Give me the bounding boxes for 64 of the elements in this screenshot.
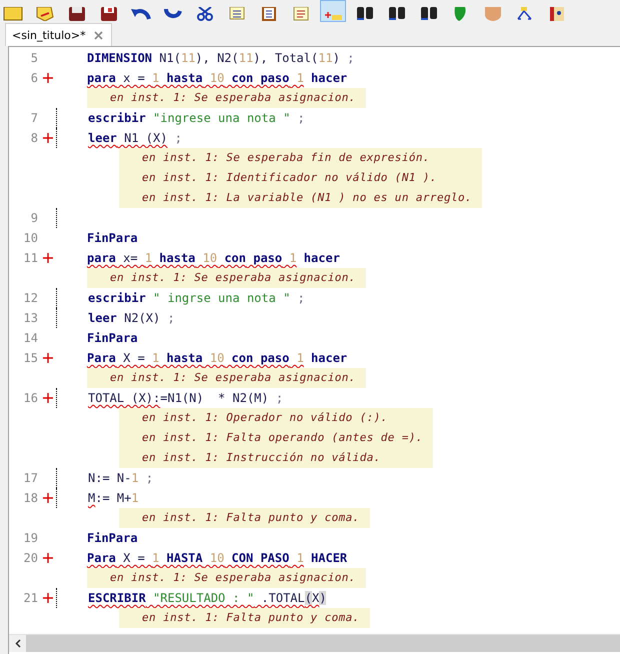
indent-guide xyxy=(56,388,58,408)
code-line: DIMENSION N1(11), N2(11), Total(11) ; xyxy=(87,50,354,67)
error-message: en inst. 1: La variable (N1 ) no es un arreglo. xyxy=(142,190,472,206)
line-number: 17 xyxy=(22,471,38,485)
binoculars-icon xyxy=(355,7,375,21)
line-number: 10 xyxy=(22,231,38,245)
code-line: TOTAL (X):=N1(N) * N2(M) ; xyxy=(88,390,284,407)
code-line: leer N2(X) ; xyxy=(88,310,175,327)
line-number: 6 xyxy=(30,71,38,85)
code-line: N:= N-1 ; xyxy=(88,470,154,487)
line-number: 5 xyxy=(30,51,38,65)
line-number: 8 xyxy=(30,131,38,145)
error-message: en inst. 1: Operador no válido (:). xyxy=(142,410,389,426)
error-message: en inst. 1: Identificador no válido (N1 ). xyxy=(142,170,438,186)
undo-arrow-icon xyxy=(131,7,151,21)
code-line: leer N1 (X) ; xyxy=(88,130,182,147)
binoculars-icon xyxy=(387,7,407,21)
scroll-left-button[interactable] xyxy=(9,635,26,652)
error-message: en inst. 1: Falta punto y coma. xyxy=(142,610,360,626)
close-icon[interactable] xyxy=(94,30,103,40)
line-number: 13 xyxy=(22,311,38,325)
line-number: 7 xyxy=(30,111,38,125)
scissors-icon xyxy=(195,7,215,21)
line-number: 18 xyxy=(22,491,38,505)
help-book-icon xyxy=(547,7,567,21)
code-line: Para X = 1 HASTA 10 CON PASO 1 HACER xyxy=(87,550,348,567)
code-line: FinPara xyxy=(87,530,138,547)
error-message: en inst. 1: Instrucción no válida. xyxy=(142,450,382,466)
binoculars-icon xyxy=(419,7,439,21)
line-number: 20 xyxy=(22,551,38,565)
indent-guide xyxy=(56,208,58,228)
error-message: en inst. 1: Se esperaba asignacion. xyxy=(110,570,356,586)
error-message: en inst. 1: Se esperaba asignacion. xyxy=(110,90,356,106)
editor-tab[interactable]: <sin_titulo>* xyxy=(5,23,112,46)
copy-document-icon xyxy=(227,7,247,21)
line-number: 19 xyxy=(22,531,38,545)
code-line: para x= 1 hasta 10 con paso 1 hacer xyxy=(87,250,340,267)
code-line: para x = 1 hasta 10 con paso 1 hacer xyxy=(87,70,348,87)
code-line: escribir " ingrse una nota " ; xyxy=(88,290,305,307)
code-line: ESCRIBIR "RESULTADO : " .TOTAL(X) xyxy=(88,590,326,607)
error-message: en inst. 1: Falta punto y coma. xyxy=(142,510,360,526)
line-number: 14 xyxy=(22,331,38,345)
line-number: 9 xyxy=(30,211,38,225)
chevron-left-icon xyxy=(14,639,20,648)
error-message: en inst. 1: Se esperaba asignacion. xyxy=(110,270,356,286)
line-number: 21 xyxy=(22,591,38,605)
code-line: M:= M+1 xyxy=(88,490,139,507)
code-line: escribir "ingrese una nota " ; xyxy=(88,110,305,127)
indent-guide xyxy=(56,588,58,608)
horizontal-scrollbar[interactable] xyxy=(9,634,620,652)
code-line: FinPara xyxy=(87,230,138,247)
code-line: Para X = 1 hasta 10 con paso 1 hacer xyxy=(87,350,348,367)
error-message: en inst. 1: Se esperaba asignacion. xyxy=(110,370,356,386)
error-message: en inst. 1: Falta operando (antes de =). xyxy=(142,430,423,446)
line-number: 15 xyxy=(22,351,38,365)
clipboard-icon xyxy=(259,7,279,21)
notes-icon xyxy=(35,7,55,21)
code-line: FinPara xyxy=(87,330,138,347)
error-message: en inst. 1: Se esperaba fin de expresión. xyxy=(142,150,431,166)
line-number: 12 xyxy=(22,291,38,305)
line-number: 16 xyxy=(22,391,38,405)
document-list-icon xyxy=(291,7,311,21)
code-editor[interactable] xyxy=(8,46,620,654)
line-number: 11 xyxy=(22,251,38,265)
